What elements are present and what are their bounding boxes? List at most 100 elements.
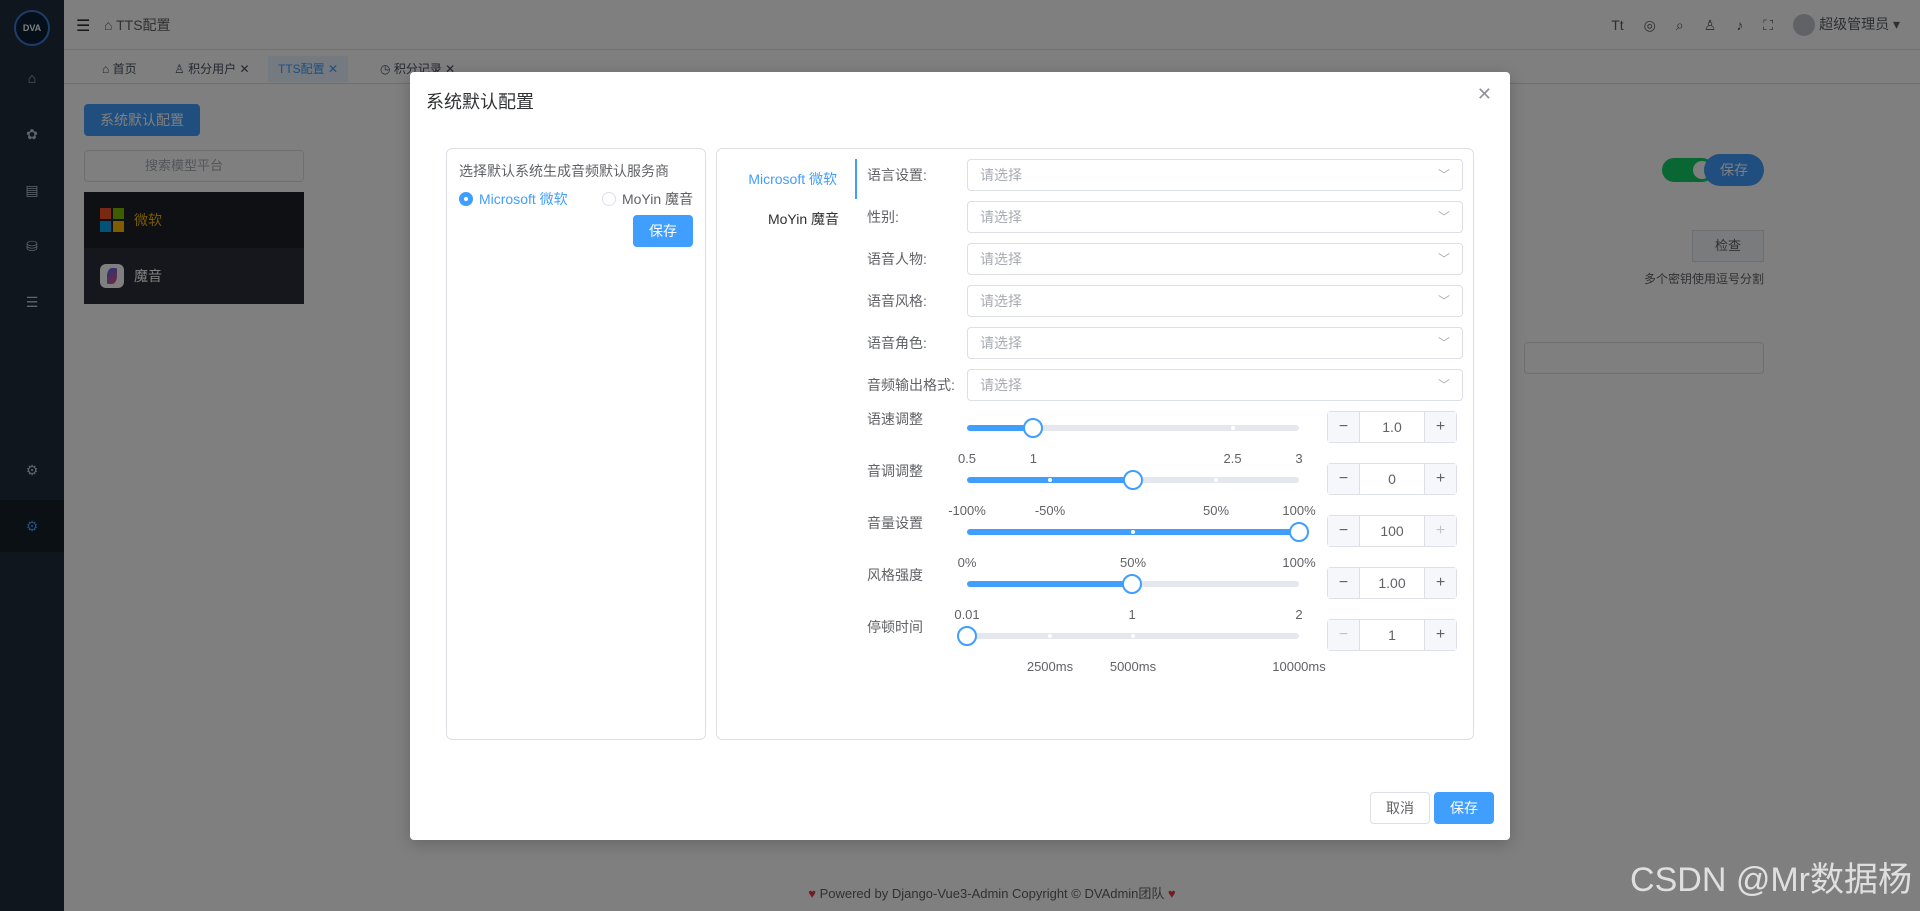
increase-button: + <box>1424 516 1456 546</box>
increase-button[interactable]: + <box>1424 412 1456 442</box>
increase-button[interactable]: + <box>1424 568 1456 598</box>
chevron-down-icon: ﹀ <box>1437 168 1450 182</box>
voice-settings-panel: Microsoft 微软 MoYin 魔音 语言设置: 请选择 ﹀ 性别: 请选择… <box>716 148 1474 740</box>
slider-tick <box>1131 530 1135 534</box>
radio-microsoft[interactable]: Microsoft 微软 <box>459 189 568 209</box>
slider-tick <box>1214 478 1218 482</box>
language-row: 语言设置: 请选择 ﹀ <box>867 159 1463 191</box>
select-placeholder: 请选择 <box>980 167 1022 183</box>
chevron-down-icon: ﹀ <box>1437 210 1450 224</box>
decrease-button[interactable]: − <box>1328 412 1360 442</box>
slider-tick <box>1130 634 1135 638</box>
number-stepper: −1 + <box>1327 619 1457 651</box>
slider-label: 停顿时间 <box>867 619 923 635</box>
field-label: 音频输出格式: <box>867 377 955 393</box>
slider-track[interactable]: 0% 50% 100% <box>958 522 1316 570</box>
stepper-value[interactable]: 100 <box>1360 516 1424 546</box>
slider-fill <box>967 581 1133 587</box>
radio-label: Microsoft 微软 <box>479 191 568 207</box>
slider-thumb[interactable] <box>1289 522 1309 542</box>
slider-thumb[interactable] <box>957 626 977 646</box>
slider-track[interactable]: -100% -50% 50% 100% <box>948 470 1316 518</box>
slider-track[interactable]: 0.01 1 2 <box>954 574 1303 622</box>
select-placeholder: 请选择 <box>980 209 1022 225</box>
watermark: CSDN @Mr数据杨 <box>1630 861 1912 899</box>
stepper-value[interactable]: 1.0 <box>1360 412 1424 442</box>
field-label: 性别: <box>867 209 899 225</box>
volume-slider-row: 音量设置 0% 50% 100% −100 + <box>867 515 1463 570</box>
tab-moyin[interactable]: MoYin 魔音 <box>717 199 857 239</box>
slider-tick <box>1047 634 1052 638</box>
language-select[interactable]: 请选择 ﹀ <box>967 159 1463 191</box>
voice-role-select[interactable]: 请选择 ﹀ <box>967 327 1463 359</box>
stepper-value[interactable]: 0 <box>1360 464 1424 494</box>
provider-tabs: Microsoft 微软 MoYin 魔音 <box>717 159 857 239</box>
number-stepper: −0 + <box>1327 463 1457 495</box>
slider-label: 音量设置 <box>867 515 923 531</box>
increase-button[interactable]: + <box>1424 620 1456 650</box>
pause-slider-row: 停顿时间 2500ms 5000ms 10000ms −1 + <box>867 619 1463 674</box>
slider-label: 语速调整 <box>867 411 923 427</box>
cancel-button[interactable]: 取消 <box>1370 792 1430 824</box>
select-placeholder: 请选择 <box>980 335 1022 351</box>
field-label: 语音角色: <box>867 335 927 351</box>
voice-person-select[interactable]: 请选择 ﹀ <box>967 243 1463 275</box>
style-degree-slider-row: 风格强度 0.01 1 2−1.00 + <box>867 567 1463 622</box>
output-format-row: 音频输出格式: 请选择 ﹀ <box>867 369 1463 401</box>
tab-microsoft[interactable]: Microsoft 微软 <box>717 159 857 199</box>
field-label: 语言设置: <box>867 167 927 183</box>
slider-tick <box>1048 478 1052 482</box>
slider-mark-label: 2500ms <box>1026 659 1074 674</box>
speed-slider-row: 语速调整 0.5 1 2.5 3−1.0 + <box>867 411 1463 466</box>
slider-label: 音调调整 <box>867 463 923 479</box>
voice-person-row: 语音人物: 请选择 ﹀ <box>867 243 1463 275</box>
field-label: 语音风格: <box>867 293 927 309</box>
radio-dot <box>459 192 473 206</box>
stepper-value[interactable]: 1.00 <box>1360 568 1424 598</box>
provider-save-button[interactable]: 保存 <box>633 215 693 247</box>
gender-select[interactable]: 请选择 ﹀ <box>967 201 1463 233</box>
number-stepper: −1.00 + <box>1327 567 1457 599</box>
slider-tick <box>1230 426 1235 430</box>
chevron-down-icon: ﹀ <box>1437 294 1450 308</box>
stepper-value[interactable]: 1 <box>1360 620 1424 650</box>
chevron-down-icon: ﹀ <box>1437 378 1450 392</box>
decrease-button[interactable]: − <box>1328 516 1360 546</box>
voice-role-row: 语音角色: 请选择 ﹀ <box>867 327 1463 359</box>
radio-label: MoYin 魔音 <box>621 191 693 207</box>
radio-dot <box>601 192 616 206</box>
provider-panel: 选择默认系统生成音频默认服务商 Microsoft 微软 MoYin 魔音 保存 <box>446 148 706 740</box>
select-placeholder: 请选择 <box>980 251 1022 267</box>
slider-track[interactable]: 2500ms 5000ms 10000ms <box>957 626 1326 674</box>
field-label: 语音人物: <box>867 251 927 267</box>
slider-thumb[interactable] <box>1122 574 1143 594</box>
slider-label: 风格强度 <box>867 567 923 583</box>
slider-thumb[interactable] <box>1123 470 1143 490</box>
pitch-slider-row: 音调调整 -100% -50% 50% 100% −0 + <box>867 463 1463 518</box>
chevron-down-icon: ﹀ <box>1437 336 1450 350</box>
voice-style-select[interactable]: 请选择 ﹀ <box>967 285 1463 317</box>
gender-row: 性别: 请选择 ﹀ <box>867 201 1463 233</box>
number-stepper: −100 + <box>1327 515 1457 547</box>
provider-label: 选择默认系统生成音频默认服务商 <box>459 163 669 179</box>
select-placeholder: 请选择 <box>980 293 1022 309</box>
increase-button[interactable]: + <box>1424 464 1456 494</box>
system-default-config-dialog: 系统默认配置 ✕ 选择默认系统生成音频默认服务商 Microsoft 微软 Mo… <box>410 72 1510 840</box>
slider-mark-label: 5000ms <box>1109 659 1157 674</box>
select-placeholder: 请选择 <box>980 377 1022 393</box>
voice-style-row: 语音风格: 请选择 ﹀ <box>867 285 1463 317</box>
slider-mark-label: 10000ms <box>1272 659 1326 674</box>
dialog-title: 系统默认配置 <box>426 92 534 112</box>
number-stepper: −1.0 + <box>1327 411 1457 443</box>
provider-radio-group: Microsoft 微软 MoYin 魔音 <box>459 189 693 209</box>
decrease-button: − <box>1328 620 1360 650</box>
save-button[interactable]: 保存 <box>1434 792 1494 824</box>
decrease-button[interactable]: − <box>1328 464 1360 494</box>
close-icon[interactable]: ✕ <box>1477 84 1492 105</box>
chevron-down-icon: ﹀ <box>1437 252 1450 266</box>
output-format-select[interactable]: 请选择 ﹀ <box>967 369 1463 401</box>
radio-moyin[interactable]: MoYin 魔音 <box>601 189 693 209</box>
slider-thumb[interactable] <box>1023 418 1044 438</box>
slider-track[interactable]: 0.5 1 2.5 3 <box>958 418 1303 466</box>
decrease-button[interactable]: − <box>1328 568 1360 598</box>
